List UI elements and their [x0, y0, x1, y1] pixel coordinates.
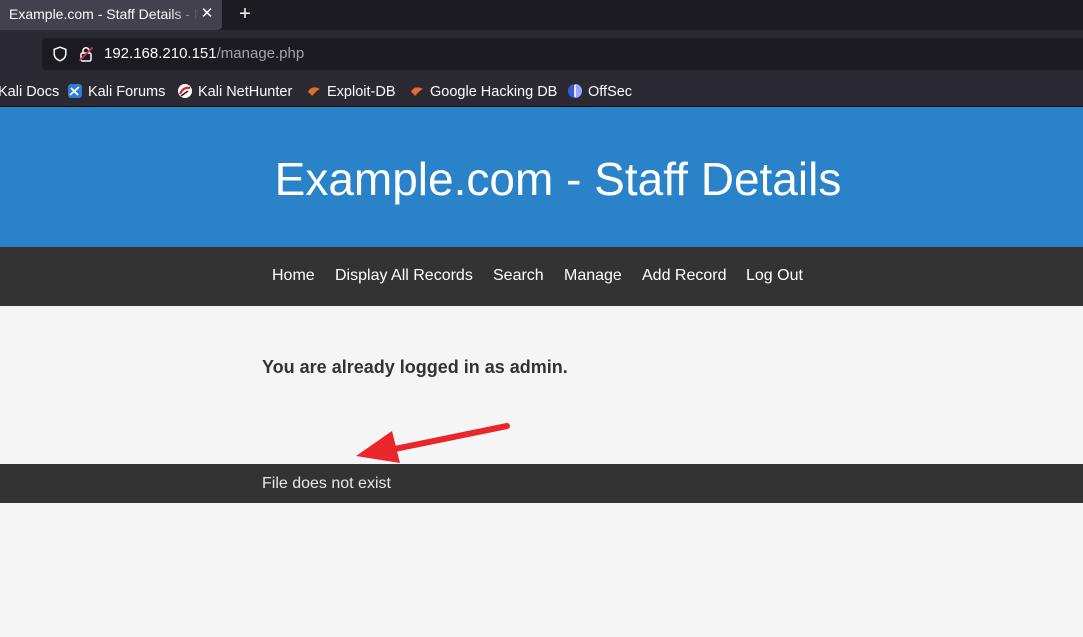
footer-bar: File does not exist	[0, 464, 1083, 503]
kali-nethunter-icon	[178, 84, 192, 98]
bookmark-label: Kali Forums	[88, 84, 166, 100]
kali-forums-icon	[68, 84, 82, 98]
nav-log-out[interactable]: Log Out	[746, 267, 803, 285]
url-path: /manage.php	[216, 45, 305, 62]
nav-home[interactable]: Home	[272, 267, 315, 285]
url-host: 192.168.210.151	[104, 45, 217, 62]
site-title: Example.com - Staff Details	[274, 153, 842, 205]
login-status-message: You are already logged in as admin.	[262, 357, 568, 377]
bookmark-label: Kali Docs	[0, 84, 60, 100]
bookmark-label: Google Hacking DB	[430, 84, 558, 100]
exploit-db-icon	[308, 87, 320, 96]
bookmark-label: Kali NetHunter	[198, 84, 293, 100]
shield-icon[interactable]	[52, 46, 68, 62]
site-nav: Home Display All Records Search Manage A…	[0, 247, 1083, 306]
bookmark-kali-forums[interactable]: Kali Forums	[67, 82, 165, 102]
tab-close-icon[interactable]: ✕	[200, 4, 214, 24]
bookmark-google-hacking-db[interactable]: Google Hacking DB	[409, 82, 557, 102]
bookmark-kali-docs[interactable]: Kali Docs	[0, 82, 59, 102]
nav-display-all-records[interactable]: Display All Records	[335, 267, 473, 285]
bookmark-label: OffSec	[588, 84, 633, 100]
browser-tab-bar: Example.com - Staff Details - Mozilla Fi…	[0, 0, 1083, 30]
nav-search[interactable]: Search	[493, 267, 544, 285]
site-header: Example.com - Staff Details	[0, 107, 1083, 247]
browser-tab-active[interactable]: Example.com - Staff Details - Mozilla Fi…	[0, 0, 222, 30]
annotation-arrow-icon	[356, 423, 510, 463]
google-hacking-db-icon	[411, 87, 423, 96]
new-tab-button[interactable]: +	[234, 2, 256, 26]
file-status-message: File does not exist	[262, 475, 391, 492]
bookmark-exploit-db[interactable]: Exploit-DB	[306, 82, 396, 102]
url-text[interactable]: 192.168.210.151/manage.php	[104, 45, 304, 62]
bookmarks-toolbar: Kali Docs Kali Forums Kali NetHunter Exp…	[0, 78, 1083, 107]
tab-title: Example.com - Staff Details - Mozilla Fi…	[9, 6, 199, 22]
nav-add-record[interactable]: Add Record	[642, 267, 727, 285]
offsec-icon	[568, 84, 582, 98]
nav-manage[interactable]: Manage	[564, 267, 622, 285]
insecure-lock-icon[interactable]	[78, 46, 94, 62]
bookmark-label: Exploit-DB	[327, 84, 396, 100]
bookmark-kali-nethunter[interactable]: Kali NetHunter	[177, 82, 292, 102]
page-content: Example.com - Staff Details Home Display…	[0, 107, 1083, 637]
bookmark-offsec[interactable]: OffSec	[567, 82, 632, 102]
browser-nav-bar: 192.168.210.151/manage.php	[0, 30, 1083, 78]
url-bar[interactable]: 192.168.210.151/manage.php	[42, 38, 1083, 70]
